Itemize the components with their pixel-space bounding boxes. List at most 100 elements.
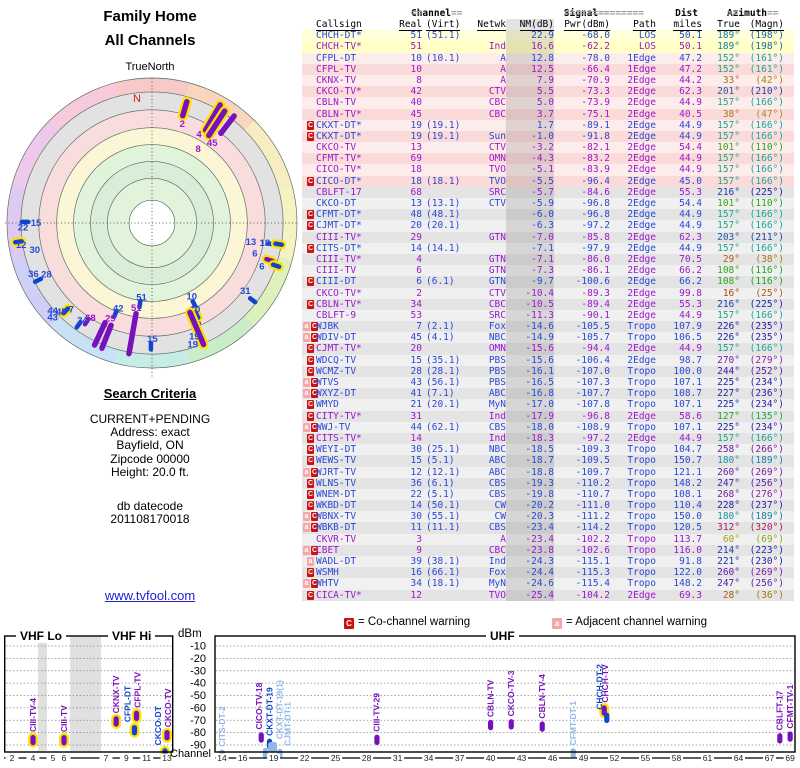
fm-band-stripe — [70, 637, 101, 751]
cell-virt — [422, 433, 470, 444]
polar-channel-label: 31 — [240, 286, 251, 297]
cell-miles: 55.3 — [656, 299, 702, 310]
cell-path: LOS — [610, 30, 656, 41]
warning-cell: C — [302, 590, 316, 601]
cell-callsign: CIII-TV — [316, 265, 392, 276]
cell-magn: (135°) — [740, 411, 792, 422]
channel-tick-label: 16 — [238, 753, 248, 763]
warning-cell: C — [302, 444, 316, 455]
cell-path: 2Edge — [610, 109, 656, 120]
cell-callsign: WMYD — [316, 399, 392, 410]
channel-axis-label: Channel — [170, 748, 211, 760]
table-row: CCKXT-DT*19(19.1)Sun-1.0-91.82Edge44.915… — [302, 131, 794, 142]
cell-true: 260° — [702, 467, 740, 478]
cell-pwr: -111.2 — [554, 511, 610, 522]
cell-virt — [422, 288, 470, 299]
cell-true: 157° — [702, 131, 740, 142]
north-marker: N — [133, 93, 141, 105]
cell-callsign: WLNS-TV — [316, 478, 392, 489]
cell-magn: (36°) — [740, 590, 792, 601]
search-zipcode: Zipcode 00000 — [0, 453, 300, 466]
cell-callsign: CBLN-TV — [316, 97, 392, 108]
cell-magn: (230°) — [740, 556, 792, 567]
cell-virt: (4.1) — [422, 332, 470, 343]
cell-magn: (110°) — [740, 142, 792, 153]
signal-bar-CKXT-DT-19(1) — [268, 742, 277, 752]
table-row: CIII-TV*4GTN-7.1-86.02Edge70.529°(38°) — [302, 254, 794, 265]
cell-nm: -18.3 — [506, 433, 554, 444]
table-row: CFPL-TV10A12.5-66.41Edge47.2152°(161°) — [302, 64, 794, 75]
cell-miles: 70.5 — [656, 254, 702, 265]
warning-cell: aC — [302, 467, 316, 478]
warning-cell: C — [302, 243, 316, 254]
polar-svg: N248451318663110104019191551514229683474… — [2, 76, 302, 380]
cell-real: 14 — [392, 433, 422, 444]
warning-cell: C — [302, 478, 316, 489]
cell-true: 157° — [702, 164, 740, 175]
cell-netwk: GTN — [470, 265, 506, 276]
bar-callsign-label: CFPL-DT — [122, 685, 132, 722]
cell-netwk — [470, 243, 506, 254]
cell-miles: 99.8 — [656, 288, 702, 299]
cell-magn: (166°) — [740, 176, 792, 187]
cell-miles: 62.3 — [656, 232, 702, 243]
cell-callsign: CKCO-TV — [316, 142, 392, 153]
cell-true: 228° — [702, 500, 740, 511]
warning-cell: aC — [302, 377, 316, 388]
cell-magn: (161°) — [740, 53, 792, 64]
table-row: aCWWJ-TV44(62.1)CBS-18.0-108.9Tropo107.1… — [302, 422, 794, 433]
table-row: CKCO-TV13CTV-3.2-82.12Edge54.4101°(110°) — [302, 142, 794, 153]
cell-real: 20 — [392, 220, 422, 231]
cell-callsign: WJBK — [316, 321, 392, 332]
signal-bar-CFPL-TV — [134, 711, 139, 721]
cell-miles: 98.7 — [656, 355, 702, 366]
cell-virt: (18.1) — [422, 176, 470, 187]
cell-pwr: -86.1 — [554, 265, 610, 276]
cell-real: 41 — [392, 388, 422, 399]
cell-path: 2Edge — [610, 198, 656, 209]
cell-path: 2Edge — [610, 164, 656, 175]
cell-path: 2Edge — [610, 276, 656, 287]
cell-miles: 47.2 — [656, 64, 702, 75]
cell-true: 216° — [702, 187, 740, 198]
cell-callsign: CFPL-DT — [316, 53, 392, 64]
cell-miles: 44.9 — [656, 209, 702, 220]
cell-miles: 44.9 — [656, 120, 702, 131]
table-row: CKCO-DT13(13.1)CTV-5.9-96.82Edge54.4101°… — [302, 198, 794, 209]
cell-virt — [422, 187, 470, 198]
cell-nm: -16.8 — [506, 388, 554, 399]
cell-virt — [422, 64, 470, 75]
cell-nm: 12.8 — [506, 53, 554, 64]
tvfool-link[interactable]: www.tvfool.com — [105, 588, 195, 603]
signal-bar-CBLN-TV-4 — [540, 721, 545, 731]
polar-channel-label: 36 — [28, 269, 39, 280]
polar-channel-label: 6 — [259, 261, 264, 272]
cell-magn: (198°) — [740, 30, 792, 41]
cell-pwr: -94.4 — [554, 343, 610, 354]
channel-tick-label: 7 — [104, 753, 109, 763]
cell-miles: 107.9 — [656, 321, 702, 332]
warning-cell — [302, 232, 316, 243]
cell-nm: -14.9 — [506, 332, 554, 343]
cell-path: Tropo — [610, 534, 656, 545]
cell-miles: 44.9 — [656, 243, 702, 254]
search-criteria: Search Criteria CURRENT+PENDING Address:… — [0, 386, 300, 479]
cell-nm: -3.2 — [506, 142, 554, 153]
cell-true: 312° — [702, 522, 740, 533]
table-row: CIII-TV6GTN-7.3-86.12Edge66.2108°(116°) — [302, 265, 794, 276]
cell-magn: (276°) — [740, 489, 792, 500]
cell-callsign: CHCH-DT* — [316, 30, 392, 41]
warning-cell — [302, 142, 316, 153]
cell-real: 28 — [392, 366, 422, 377]
cell-real: 6 — [392, 276, 422, 287]
cell-magn: (237°) — [740, 500, 792, 511]
cell-netwk: GTN — [470, 232, 506, 243]
cell-nm: -19.3 — [506, 478, 554, 489]
cell-netwk: CBC — [470, 109, 506, 120]
cell-pwr: -70.9 — [554, 75, 610, 86]
table-row: aCWTVS43(56.1)PBS-16.5-107.3Tropo107.122… — [302, 377, 794, 388]
cell-true: 225° — [702, 399, 740, 410]
cell-real: 3 — [392, 534, 422, 545]
cell-miles: 113.7 — [656, 534, 702, 545]
cell-path: 2Edge — [610, 142, 656, 153]
